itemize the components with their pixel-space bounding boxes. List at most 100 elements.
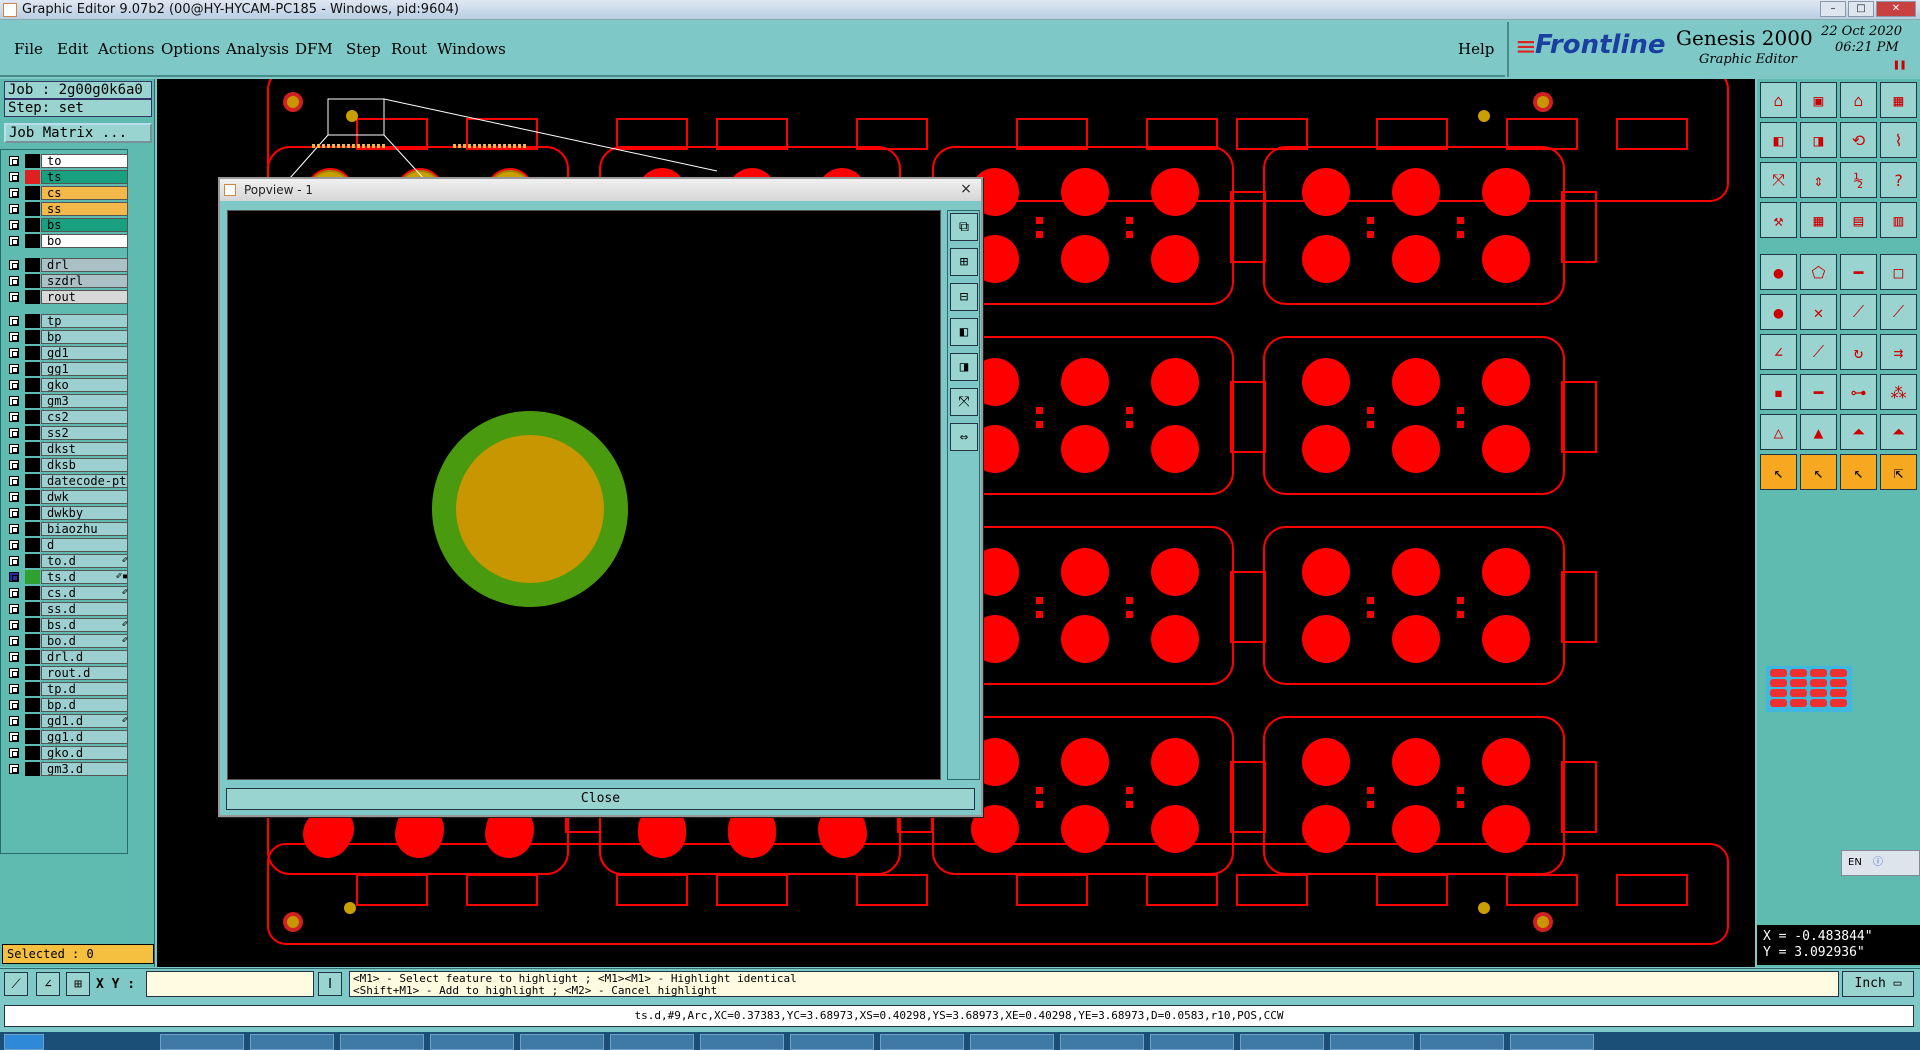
layer-name[interactable]: ss [41,202,128,216]
add-pad-icon[interactable]: ● [1760,254,1797,290]
layer-name[interactable]: gg1.d [41,730,128,744]
layer-row-tp.d[interactable]: tp.d [7,682,128,696]
fit-screen-icon[interactable]: ⤧ [950,388,978,416]
layer-name[interactable]: tp [41,314,128,328]
layer-checkbox[interactable] [9,668,19,678]
zoom-out-icon[interactable]: ⊟ [950,283,978,311]
home-icon[interactable]: ⌂ [1760,82,1797,118]
layer-row-bs.d[interactable]: bs.d ✐ [7,618,128,632]
layer-checkbox[interactable] [9,636,19,646]
layer-row-bo[interactable]: bo [7,234,128,248]
unit-selector[interactable]: Inch ▭ [1842,971,1914,997]
layer-checkbox[interactable] [9,508,19,518]
job-matrix-button[interactable]: Job Matrix ... [4,123,152,143]
angle-icon[interactable]: ∠ [36,972,60,996]
layer-color-swatch[interactable] [25,290,40,304]
layer-name[interactable]: rout [41,290,128,304]
layer-row-ts[interactable]: ts [7,170,128,184]
xy-input[interactable] [146,971,314,997]
layer-checkbox[interactable] [9,316,19,326]
taskbar-item[interactable] [1150,1034,1234,1050]
layer-name[interactable]: bp [41,330,128,344]
layer-color-swatch[interactable] [25,522,40,536]
layer-checkbox[interactable] [9,156,19,166]
layer-row-ss2[interactable]: ss2 [7,426,128,440]
layer-row-ss.d[interactable]: ss.d [7,602,128,616]
layer-name[interactable]: bo.d [41,634,128,648]
taskbar-item[interactable] [1330,1034,1414,1050]
layer-name[interactable]: cs [41,186,128,200]
layer-checkbox[interactable] [9,380,19,390]
layer-checkbox[interactable] [9,588,19,598]
select2-icon[interactable]: ↖ [1800,454,1837,490]
layer-row-cs[interactable]: cs [7,186,128,200]
save-icon[interactable]: ▣ [1800,82,1837,118]
layer-row-dwk[interactable]: dwk [7,490,128,504]
layer-row-gm3[interactable]: gm3 [7,394,128,408]
layer-checkbox[interactable] [9,764,19,774]
link-icon[interactable]: ⟋ [1840,294,1877,330]
layer-color-swatch[interactable] [25,698,40,712]
layer-color-swatch[interactable] [25,218,40,232]
layer-checkbox[interactable] [9,292,19,302]
layer-name[interactable]: drl [41,258,128,272]
pan-right-icon[interactable]: ◨ [950,353,978,381]
link2-icon[interactable]: ⟋ [1880,294,1917,330]
layer-checkbox[interactable] [9,412,19,422]
layer-name[interactable]: gg1 [41,362,128,376]
layer-row-bp.d[interactable]: bp.d [7,698,128,712]
start-button[interactable] [4,1034,44,1050]
layer-row-ts.d[interactable]: ts.d ✐▪ [7,570,128,584]
layer-name[interactable]: gko.d [41,746,128,760]
layer-checkbox[interactable] [9,204,19,214]
snap-icon[interactable]: ⟋ [4,972,28,996]
layer-color-swatch[interactable] [25,258,40,272]
layer-color-swatch[interactable] [25,426,40,440]
layer-row-gd1.d[interactable]: gd1.d ✐ [7,714,128,728]
layer-row-bs[interactable]: bs [7,218,128,232]
layer-name[interactable]: tp.d [41,682,128,696]
menu-dfm[interactable]: DFM [295,40,333,58]
layer-checkbox[interactable] [9,748,19,758]
layer-row-drl.d[interactable]: drl.d [7,650,128,664]
menu-options[interactable]: Options [161,40,220,58]
layer-checkbox[interactable] [9,348,19,358]
question-icon[interactable]: ? [1880,162,1917,198]
layer-row-cs.d[interactable]: cs.d ✐ [7,586,128,600]
layer-checkbox[interactable] [9,220,19,230]
layer-name[interactable]: szdrl [41,274,128,288]
layer-checkbox[interactable] [9,188,19,198]
fit-icon[interactable]: ⤧ [1760,162,1797,198]
zoom-in-icon[interactable]: ⊞ [950,248,978,276]
fit-vert-icon[interactable]: ⇕ [1800,162,1837,198]
layer-checkbox[interactable] [9,556,19,566]
taskbar-item[interactable] [1060,1034,1144,1050]
layer-checkbox[interactable] [9,276,19,286]
layer-checkbox[interactable] [9,620,19,630]
taskbar-item[interactable] [340,1034,424,1050]
layer-row-d[interactable]: d [7,538,128,552]
layer-name[interactable]: gm3.d [41,762,128,776]
layer-checkbox[interactable] [9,732,19,742]
right-icon[interactable]: ◨ [1800,122,1837,158]
layer-name[interactable]: ss2 [41,426,128,440]
taskbar-item[interactable] [520,1034,604,1050]
pad-move-icon[interactable]: ▪ [1760,374,1797,410]
layer-color-swatch[interactable] [25,714,40,728]
layer-color-swatch[interactable] [25,458,40,472]
taskbar-item[interactable] [1510,1034,1594,1050]
layer-name[interactable]: gm3 [41,394,128,408]
layer-name[interactable]: bp.d [41,698,128,712]
layer-checkbox[interactable] [9,396,19,406]
layer-color-swatch[interactable] [25,586,40,600]
layers-icon[interactable]: ▤ [1840,202,1877,238]
popview-close-icon[interactable]: × [957,181,975,197]
layer-checkbox[interactable] [9,716,19,726]
layer-name[interactable]: rout.d [41,666,128,680]
layer-checkbox[interactable] [9,524,19,534]
layer-name[interactable]: cs.d [41,586,128,600]
layer-color-swatch[interactable] [25,186,40,200]
layer-color-swatch[interactable] [25,682,40,696]
help-circle-icon[interactable]: ⓘ [1873,857,1883,868]
layer-name[interactable]: gd1 [41,346,128,360]
